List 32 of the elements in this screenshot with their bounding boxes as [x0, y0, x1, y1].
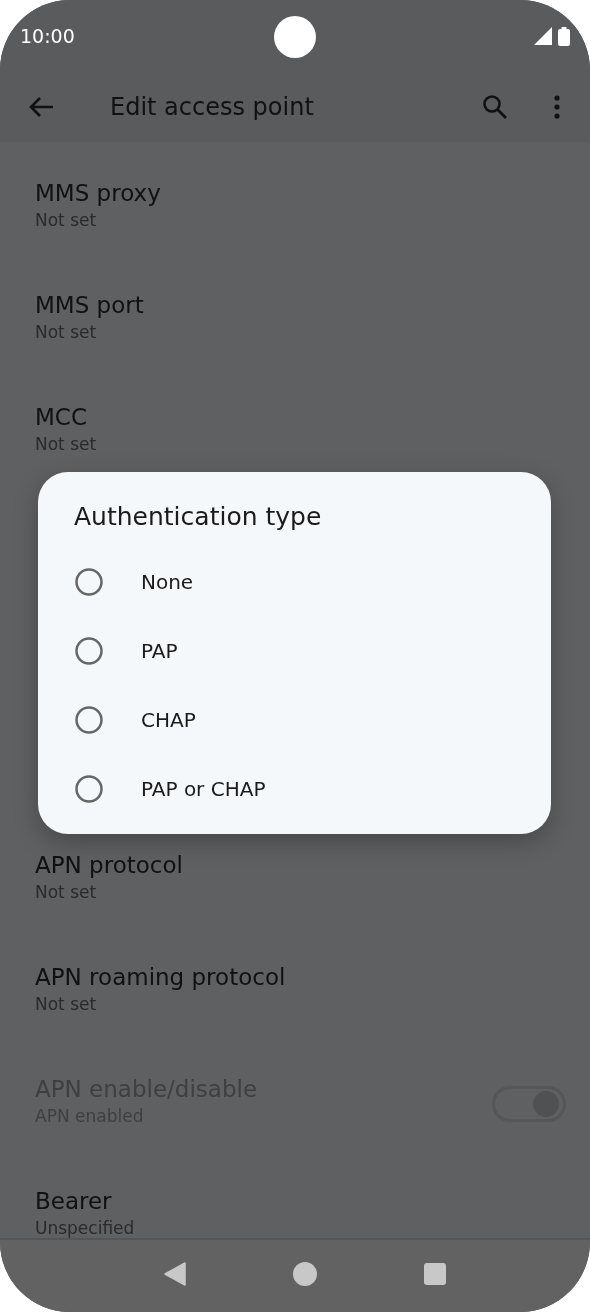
setting-value: Not set	[35, 434, 97, 454]
setting-value: Unspecified	[35, 1218, 135, 1238]
setting-title[interactable]: APN roaming protocol	[35, 964, 286, 990]
option-label[interactable]: CHAP	[141, 707, 196, 732]
radio-button[interactable]	[75, 636, 103, 665]
back-arrow-icon[interactable]	[28, 96, 54, 118]
home-nav-icon[interactable]	[293, 1262, 317, 1286]
option-label[interactable]: PAP or CHAP	[141, 776, 266, 801]
signal-icon	[534, 27, 552, 45]
status-time: 10:00	[20, 25, 75, 47]
screen-title: Edit access point	[110, 93, 314, 121]
setting-title[interactable]: MMS proxy	[35, 180, 161, 206]
back-nav-icon[interactable]	[163, 1262, 186, 1286]
more-options-icon[interactable]	[554, 95, 560, 119]
option-label[interactable]: None	[141, 569, 194, 594]
option-label[interactable]: PAP	[141, 638, 178, 663]
dialog-title: Authentication type	[74, 502, 323, 531]
setting-title[interactable]: APN protocol	[35, 852, 183, 878]
setting-value: Not set	[35, 994, 98, 1014]
recents-nav-icon[interactable]	[424, 1263, 447, 1285]
setting-title[interactable]: MMS port	[35, 292, 144, 318]
setting-value: Not set	[35, 882, 98, 902]
setting-title[interactable]: Bearer	[35, 1188, 135, 1214]
setting-value: Not set	[35, 322, 98, 342]
battery-icon	[558, 26, 570, 46]
camera-cutout	[274, 16, 316, 58]
setting-value: Not set	[35, 210, 98, 230]
radio-button[interactable]	[75, 705, 103, 734]
setting-title[interactable]: MCC	[35, 404, 97, 430]
radio-button[interactable]	[75, 774, 103, 803]
search-icon[interactable]	[482, 94, 508, 120]
radio-button[interactable]	[75, 567, 103, 596]
